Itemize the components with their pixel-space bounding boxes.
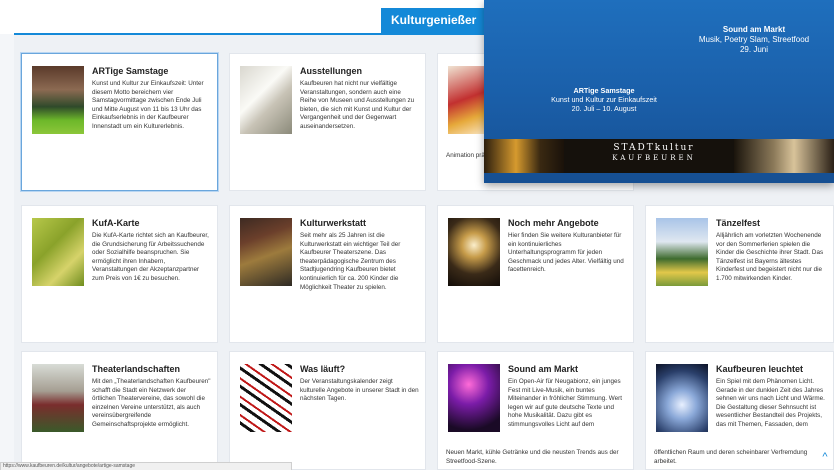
card-title: Kaufbeuren leuchtet — [716, 364, 804, 374]
card-description: Kunst und Kultur zur Einkaufszeit: Unter… — [92, 80, 204, 130]
banner-sound-subtitle: Musik, Poetry Slam, Streetfood — [698, 35, 810, 44]
card-ausstellungen[interactable]: Ausstellungen Kaufbeuren hat nicht nur v… — [229, 53, 426, 191]
card-description: Ein Open-Air für Neugabionz, ein junges … — [508, 378, 622, 428]
noch-mehr-angebote-image — [448, 218, 500, 286]
banner-photo-strip: STADTkultur KAUFBEUREN — [484, 139, 834, 173]
ausstellungen-image — [240, 66, 292, 134]
card-description: Seit mehr als 25 Jahren ist die Kulturwe… — [300, 232, 401, 291]
banner-photo-left — [484, 139, 564, 173]
taenzelfest-image — [656, 218, 708, 286]
card-description: Mit den „Theaterlandschaften Kaufbeuren"… — [92, 378, 211, 428]
banner-art-date: 20. Juli – 10. August — [571, 104, 637, 113]
card-description: Hier finden Sie weitere Kulturanbieter f… — [508, 232, 624, 274]
card-title: ARTige Samstage — [92, 66, 169, 76]
card-title: Theaterlandschaften — [92, 364, 181, 374]
card-title: Tänzelfest — [716, 218, 761, 228]
banner-art-title: ARTige Samstage — [573, 86, 635, 95]
kulturwerkstatt-image — [240, 218, 292, 286]
banner-sound-am-markt: Sound am Markt Musik, Poetry Slam, Stree… — [674, 25, 834, 55]
banner-artige-samstage: ARTige Samstage Kunst und Kultur zur Ein… — [524, 86, 684, 113]
banner-art-subtitle: Kunst und Kultur zur Einkaufszeit — [551, 95, 657, 104]
card-title: Kulturwerkstatt — [300, 218, 367, 228]
was-laeuft-image — [240, 364, 292, 432]
sound-am-markt-image — [448, 364, 500, 432]
card-title: KufA-Karte — [92, 218, 140, 228]
card-description: Alljährlich am vorletzten Wochenende vor… — [716, 232, 824, 282]
banner-sound-title: Sound am Markt — [722, 25, 786, 34]
card-title: Sound am Markt — [508, 364, 579, 374]
logo-line2: KAUFBEUREN — [612, 154, 696, 162]
banner-sound-date: 29. Juni — [739, 45, 769, 54]
card-title: Noch mehr Angebote — [508, 218, 599, 228]
kaufbeuren-leuchtet-image — [656, 364, 708, 432]
page: Kulturgenießer ARTige Samstage Kunst und… — [0, 0, 834, 470]
scroll-up-icon[interactable]: ^ — [818, 450, 832, 464]
card-description: Kaufbeuren hat nicht nur vielfältige Ver… — [300, 80, 415, 130]
status-bar-url: https://www.kaufbeuren.de/kultur/angebot… — [0, 462, 292, 470]
card-was-laeuft[interactable]: Was läuft? Der Veranstaltungskalender ze… — [229, 351, 426, 470]
card-kufa-karte[interactable]: KufA-Karte Die KufA-Karte richtet sich a… — [21, 205, 218, 343]
logo-line1: STADTkultur — [613, 143, 695, 153]
card-description: Die KufA-Karte richtet sich an Kaufbeure… — [92, 232, 209, 282]
card-kaufbeuren-leuchtet[interactable]: Kaufbeuren leuchtet Ein Spiel mit dem Ph… — [645, 351, 834, 470]
tab-kulturgeniesser[interactable]: Kulturgenießer — [381, 8, 487, 33]
banner-photo-right — [734, 139, 834, 173]
stadtkultur-banner[interactable]: Sound am Markt Musik, Poetry Slam, Stree… — [484, 0, 834, 183]
card-description-continued: öffentlichen Raum und deren scheinbarer … — [654, 449, 808, 465]
theaterlandschaften-image — [32, 364, 84, 432]
card-artige-samstage[interactable]: ARTige Samstage Kunst und Kultur zur Ein… — [21, 53, 218, 191]
card-theaterlandschaften[interactable]: Theaterlandschaften Mit den „Theaterland… — [21, 351, 218, 470]
card-title: Was läuft? — [300, 364, 346, 374]
card-title: Ausstellungen — [300, 66, 363, 76]
stadtkultur-logo: STADTkultur KAUFBEUREN — [584, 143, 724, 162]
artige-samstage-image — [32, 66, 84, 134]
card-kulturwerkstatt[interactable]: Kulturwerkstatt Seit mehr als 25 Jahren … — [229, 205, 426, 343]
card-noch-mehr-angebote[interactable]: Noch mehr Angebote Hier finden Sie weite… — [437, 205, 634, 343]
card-taenzelfest[interactable]: Tänzelfest Alljährlich am vorletzten Woc… — [645, 205, 834, 343]
card-description: Der Veranstaltungskalender zeigt kulture… — [300, 378, 419, 403]
card-description: Ein Spiel mit dem Phänomen Licht. Gerade… — [716, 378, 825, 428]
card-description-continued: Neuen Markt, kühle Getränke und die neus… — [446, 449, 619, 465]
card-sound-am-markt[interactable]: Sound am Markt Ein Open-Air für Neugabio… — [437, 351, 634, 470]
kufa-karte-image — [32, 218, 84, 286]
